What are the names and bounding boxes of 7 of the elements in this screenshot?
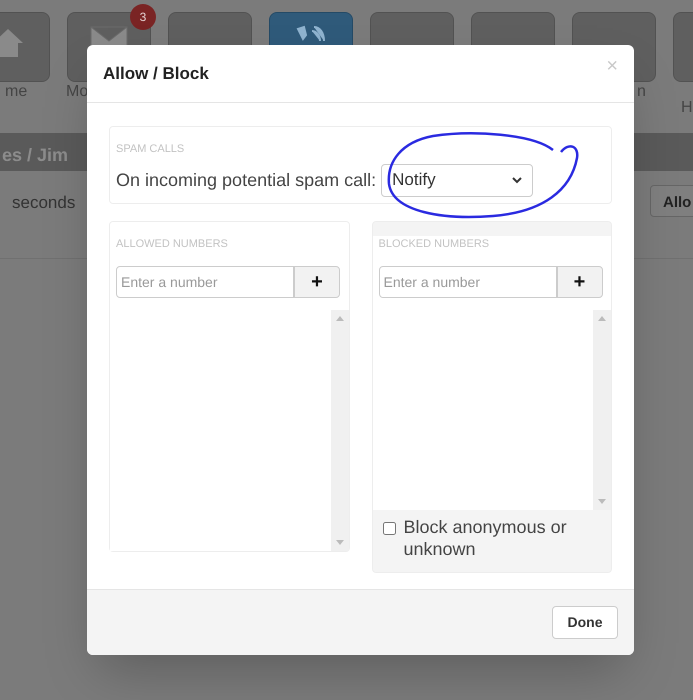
section-heading: BLOCKED NUMBERS [378, 237, 490, 252]
spam-label: On incoming potential spam call: [116, 168, 376, 192]
dialog-title: Allow / Block [103, 62, 209, 85]
badge: 3 [130, 4, 156, 30]
section-heading: SPAM CALLS [116, 142, 186, 157]
section-heading: ALLOWED NUMBERS [116, 237, 229, 252]
row-text: seconds [12, 192, 76, 214]
